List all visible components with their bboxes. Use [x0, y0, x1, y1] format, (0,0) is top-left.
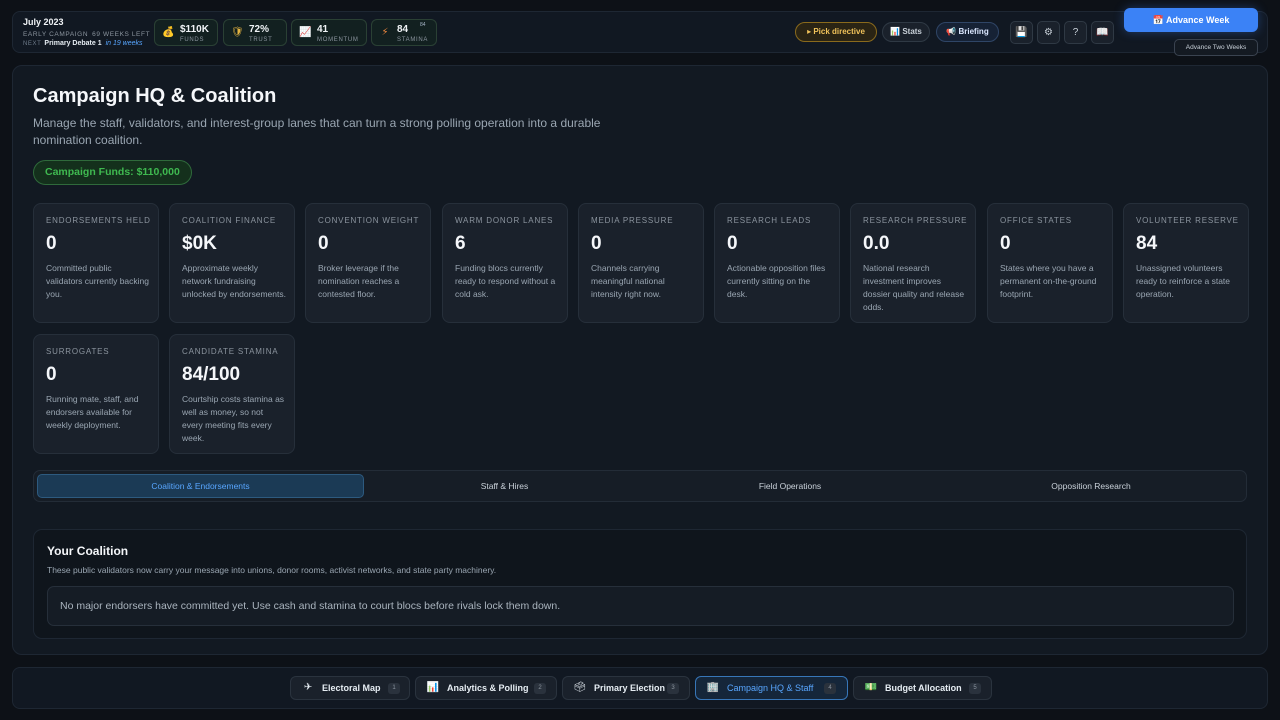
advance-week-button[interactable]: 📅 Advance Week [1124, 8, 1258, 32]
stat-card-office-states: OFFICE STATES 0 States where you have a … [987, 203, 1113, 323]
date-block: July 2023 EARLY CAMPAIGN 69 WEEKS LEFT NE… [23, 17, 150, 47]
trend-chart-icon: 📈 [299, 27, 312, 38]
calendar-icon: 📅 [1152, 15, 1164, 25]
stamina-stat: ⚡ 84 84 STAMINA [371, 19, 437, 46]
page-description: Manage the staff, validators, and intere… [33, 116, 601, 147]
question-icon: ? [1072, 27, 1079, 38]
nav-electoral-map[interactable]: ✈ Electoral Map 1 [290, 676, 410, 700]
next-event: NEXT Primary Debate 1 in 19 weeks [23, 40, 143, 47]
lightning-icon: ⚡ [381, 27, 389, 38]
tab-opposition-research[interactable]: Opposition Research [937, 474, 1245, 498]
briefing-button[interactable]: 📢 Briefing [936, 22, 999, 42]
save-button[interactable]: 💾 [1010, 21, 1033, 44]
nav-primary-election[interactable]: 🗳 Primary Election 3 [562, 676, 690, 700]
tab-coalition-endorsements[interactable]: Coalition & Endorsements [37, 474, 364, 498]
stat-card-endorsements: ENDORSEMENTS HELD 0 Committed public val… [33, 203, 159, 323]
building-icon: 🏢 [706, 682, 720, 693]
tab-staff-hires[interactable]: Staff & Hires [366, 474, 643, 498]
stat-card-candidate-stamina: CANDIDATE STAMINA 84/100 Courtship costs… [169, 334, 295, 454]
current-month: July 2023 [23, 17, 64, 27]
shield-icon: 🛡 [231, 27, 244, 38]
stats-icon: 📊 [890, 27, 901, 36]
gear-icon: ⚙ [1044, 27, 1053, 38]
airplane-icon: ✈ [303, 682, 313, 693]
weeks-left: 69 WEEKS LEFT [92, 31, 151, 38]
stat-card-coalition-finance: COALITION FINANCE $0K Approximate weekly… [169, 203, 295, 323]
stat-card-warm-donor-lanes: WARM DONOR LANES 6 Funding blocs current… [442, 203, 568, 323]
money-bag-icon: 💰 [162, 27, 175, 38]
guide-button[interactable]: 📖 [1091, 21, 1114, 44]
stat-card-media-pressure: MEDIA PRESSURE 0 Channels carrying meani… [578, 203, 704, 323]
coalition-title: Your Coalition [47, 544, 129, 558]
stat-card-volunteer-reserve: VOLUNTEER RESERVE 84 Unassigned voluntee… [1123, 203, 1249, 323]
stat-card-convention-weight: CONVENTION WEIGHT 0 Broker leverage if t… [305, 203, 431, 323]
settings-button[interactable]: ⚙ [1037, 21, 1060, 44]
ballot-box-icon: 🗳 [573, 682, 587, 693]
page-title: Campaign HQ & Coalition [33, 85, 277, 107]
momentum-stat: 📈 41 MOMENTUM [291, 19, 367, 46]
top-bar: July 2023 EARLY CAMPAIGN 69 WEEKS LEFT NE… [12, 11, 1268, 53]
funds-stat: 💰 $110K FUNDS [154, 19, 218, 46]
pick-directive-button[interactable]: ▸ Pick directive [795, 22, 877, 42]
campaign-phase: EARLY CAMPAIGN 69 WEEKS LEFT [23, 31, 151, 38]
nav-budget-allocation[interactable]: 💵 Budget Allocation 5 [853, 676, 992, 700]
stat-card-research-leads: RESEARCH LEADS 0 Actionable opposition f… [714, 203, 840, 323]
advance-two-weeks-button[interactable]: Advance Two Weeks [1174, 39, 1258, 56]
tab-field-operations[interactable]: Field Operations [646, 474, 934, 498]
trust-stat: 🛡 72% TRUST [223, 19, 287, 46]
your-coalition-panel: Your Coalition These public validators n… [33, 529, 1247, 639]
nav-analytics-polling[interactable]: 📊 Analytics & Polling 2 [415, 676, 557, 700]
bottom-nav: ✈ Electoral Map 1 📊 Analytics & Polling … [12, 667, 1268, 709]
campaign-hq-panel: Campaign HQ & Coalition Manage the staff… [12, 65, 1268, 655]
campaign-funds-badge: Campaign Funds: $110,000 [33, 160, 192, 185]
coalition-description: These public validators now carry your m… [47, 565, 497, 575]
stats-button[interactable]: 📊 Stats [882, 22, 930, 42]
stat-card-surrogates: SURROGATES 0 Running mate, staff, and en… [33, 334, 159, 454]
cash-icon: 💵 [864, 682, 878, 693]
hq-tab-bar: Coalition & Endorsements Staff & Hires F… [33, 470, 1247, 502]
nav-campaign-hq-staff[interactable]: 🏢 Campaign HQ & Staff 4 [695, 676, 848, 700]
coalition-empty-state: No major endorsers have committed yet. U… [47, 586, 1234, 626]
stat-card-research-pressure: RESEARCH PRESSURE 0.0 National research … [850, 203, 976, 323]
stamina-mini-value: 84 [420, 22, 426, 28]
megaphone-icon: 📢 [946, 27, 957, 36]
book-icon: 📖 [1096, 27, 1109, 38]
bar-chart-icon: 📊 [426, 682, 440, 693]
floppy-disk-icon: 💾 [1015, 27, 1028, 38]
help-button[interactable]: ? [1064, 21, 1087, 44]
